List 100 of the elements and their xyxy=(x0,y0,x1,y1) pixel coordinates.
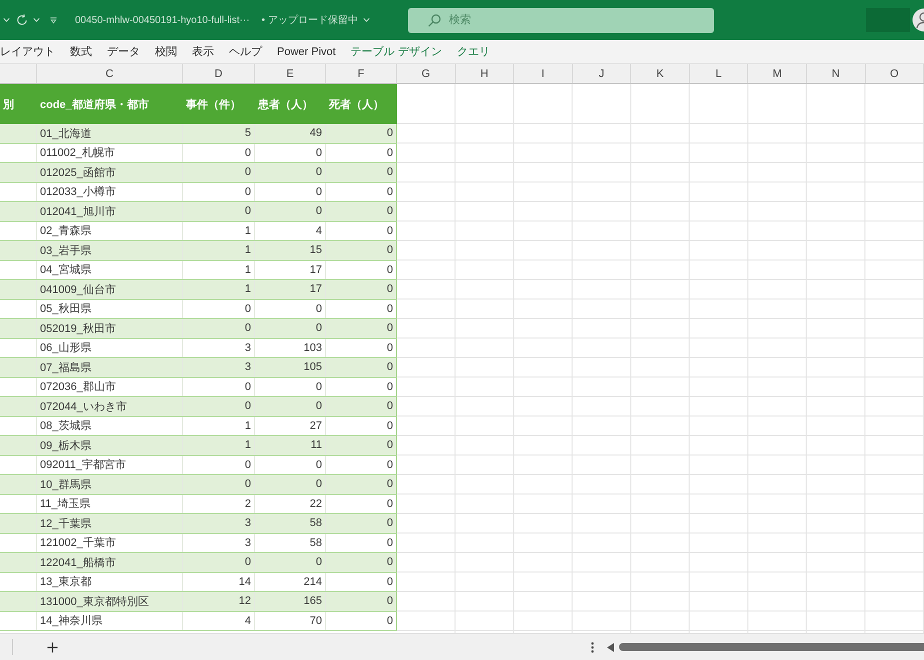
avatar-icon[interactable] xyxy=(912,8,924,32)
table-cell: 0 xyxy=(183,182,255,201)
table-cell: 01_北海道 xyxy=(37,124,183,142)
table-cell-text: 0 xyxy=(386,204,394,220)
column-letter[interactable]: J xyxy=(572,64,632,83)
column-letter[interactable]: H xyxy=(456,64,514,83)
save-status-button[interactable]: • アップロード保留中 xyxy=(262,13,370,27)
table-cell: 072044_いわき市 xyxy=(37,397,183,416)
chevron-down-icon[interactable] xyxy=(33,18,40,22)
column-letter[interactable]: M xyxy=(748,64,807,83)
table-cell: 131000_東京都特別区 xyxy=(37,592,183,610)
table-cell-text: 0 xyxy=(386,399,394,414)
file-name[interactable]: 00450-mhlw-00450191-hyo10-full-list··· xyxy=(75,14,250,26)
table-cell-text: 0 xyxy=(386,340,394,356)
table-cell: 0 xyxy=(255,456,326,474)
table-cell: 13_東京都 xyxy=(37,572,183,591)
column-letter[interactable]: N xyxy=(806,64,866,83)
column-letter[interactable]: D xyxy=(183,64,255,83)
column-letter[interactable]: I xyxy=(514,64,573,83)
add-sheet-icon[interactable] xyxy=(47,642,58,652)
table-cell: 11 xyxy=(255,436,326,454)
table-cell: 0 xyxy=(255,202,326,220)
table-cell: 165 xyxy=(255,592,326,610)
table-cell: 08_茨城県 xyxy=(37,416,183,435)
column-letter[interactable]: E xyxy=(255,64,326,83)
table-cell: 58 xyxy=(255,514,326,532)
table-cell: 14 xyxy=(183,572,255,591)
ribbon-tab[interactable]: Power Pivot xyxy=(277,46,336,58)
table-cell: 02_青森県 xyxy=(37,222,183,240)
chevron-down-icon[interactable] xyxy=(3,18,10,22)
table-cell: 4 xyxy=(255,222,326,240)
table-cell-text: 0 xyxy=(386,282,394,298)
column-letter[interactable]: F xyxy=(326,64,397,83)
table-cell: 49 xyxy=(255,124,326,142)
ribbon-tab[interactable]: データ xyxy=(107,44,140,59)
table-cell: 06_山形県 xyxy=(37,338,183,357)
table-cell: 12_千葉県 xyxy=(37,514,183,532)
search-field[interactable]: 検索 xyxy=(408,8,714,32)
table-cell-text: 0 xyxy=(386,536,394,551)
more-icon[interactable] xyxy=(591,642,594,652)
ribbon-tab[interactable]: ヘルプ xyxy=(229,44,262,59)
table-cell: 05_秋田県 xyxy=(37,300,183,318)
table-cell: 121002_千葉市 xyxy=(37,534,183,552)
table-cell: 0 xyxy=(255,319,326,338)
table-cell-text: 0 xyxy=(386,574,394,590)
table-cell-text: 0 xyxy=(386,496,394,512)
table-cell: 0 xyxy=(183,202,255,220)
table-cell: 2 xyxy=(183,494,255,513)
table-cell: 214 xyxy=(255,572,326,591)
column-letter[interactable]: L xyxy=(690,64,748,83)
table-cell: 1 xyxy=(183,241,255,260)
table-cell: 1 xyxy=(183,260,255,279)
table-cell: 041009_仙台市 xyxy=(37,280,183,298)
column-letter[interactable]: O xyxy=(866,64,924,83)
table-cell: 15 xyxy=(255,241,326,260)
table-cell: 3 xyxy=(183,534,255,552)
table-cell-text: 0 xyxy=(386,380,394,395)
ribbon-tab[interactable]: 校閲 xyxy=(155,44,177,59)
table-cell: 3 xyxy=(183,358,255,376)
table-cell: 1 xyxy=(183,222,255,240)
table-cell: 011002_札幌市 xyxy=(37,144,183,162)
table-cell-text: 0 xyxy=(386,418,394,434)
table-cell-text: 0 xyxy=(386,243,394,258)
customize-toolbar-icon[interactable] xyxy=(50,16,57,24)
scroll-left-icon[interactable] xyxy=(607,642,614,652)
table-cell-text: 0 xyxy=(386,126,394,142)
table-cell-text: 0 xyxy=(386,184,394,200)
table-cell: 70 xyxy=(255,612,326,630)
table-cell-text: 0 xyxy=(386,262,394,278)
table-cell: 012041_旭川市 xyxy=(37,202,183,220)
table-cell: 0 xyxy=(183,144,255,162)
table-cell: 0 xyxy=(255,300,326,318)
redo-icon[interactable] xyxy=(16,14,28,26)
table-cell: 1 xyxy=(183,280,255,298)
table-cell: 0 xyxy=(255,553,326,572)
table-cell: 012025_函館市 xyxy=(37,163,183,182)
table-cell: 0 xyxy=(255,397,326,416)
horizontal-scrollbar[interactable] xyxy=(619,643,924,651)
table-cell: 04_宮城県 xyxy=(37,260,183,279)
table-cell-text: 0 xyxy=(386,516,394,532)
table-cell: 0 xyxy=(255,163,326,182)
ribbon-tab[interactable]: 表示 xyxy=(192,44,214,59)
ribbon-tab[interactable]: クエリ xyxy=(456,44,490,59)
table-cell: 122041_船橋市 xyxy=(37,553,183,572)
table-cell: 0 xyxy=(255,182,326,201)
ribbon-tab[interactable]: テーブル デザイン xyxy=(350,44,442,59)
table-cell-text: 0 xyxy=(386,614,394,629)
table-cell-text: 0 xyxy=(386,302,394,317)
table-cell: 12 xyxy=(183,592,255,610)
table-cell: 012033_小樽市 xyxy=(37,182,183,201)
table-cell: 0 xyxy=(183,475,255,494)
chevron-down-icon xyxy=(362,18,370,22)
search-icon xyxy=(428,14,441,26)
ribbon-tab[interactable]: 数式 xyxy=(70,44,92,59)
column-letter[interactable]: C xyxy=(37,64,183,83)
column-letter[interactable]: K xyxy=(631,64,690,83)
table-cell: 1 xyxy=(183,416,255,435)
ribbon-tab[interactable]: レイアウト xyxy=(0,44,55,59)
column-letter[interactable]: G xyxy=(397,64,456,83)
table-cell: 3 xyxy=(183,338,255,357)
